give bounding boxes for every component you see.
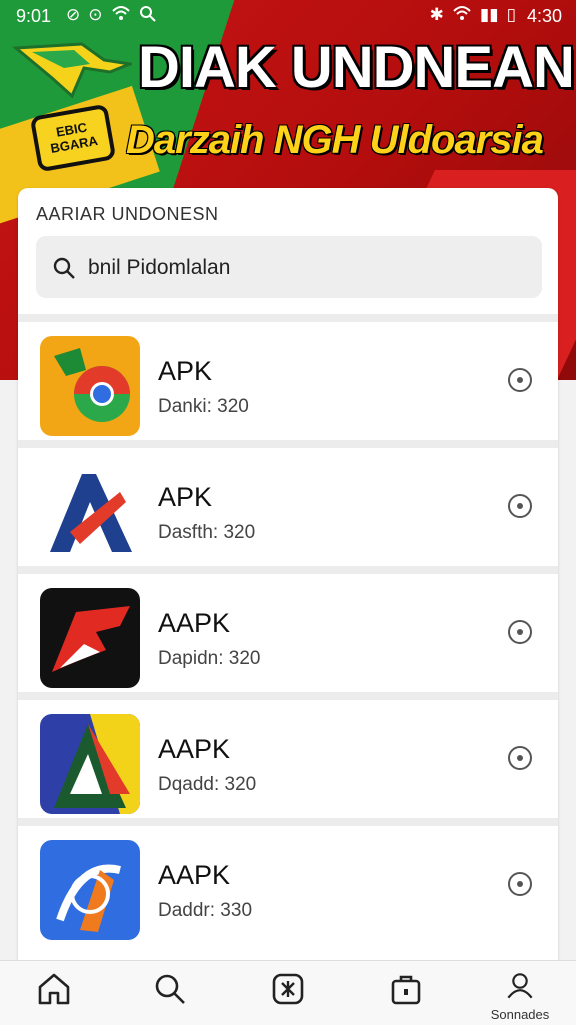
search-input[interactable] bbox=[86, 250, 530, 286]
search-icon bbox=[139, 5, 157, 28]
more-options-icon[interactable] bbox=[508, 746, 532, 770]
app-meta: Dapidn: 320 bbox=[158, 648, 261, 669]
a-letter-app-icon bbox=[40, 462, 140, 562]
profile-icon bbox=[507, 973, 533, 999]
app-name: APK bbox=[158, 482, 213, 512]
nav-home[interactable] bbox=[14, 971, 94, 1023]
a-triangle-app-icon bbox=[40, 714, 140, 814]
search-icon bbox=[53, 257, 75, 279]
status-time-right: 4:30 bbox=[526, 6, 562, 26]
nav-profile[interactable]: Sonnades bbox=[480, 971, 560, 1023]
signal-icon: ▮▮ bbox=[479, 5, 499, 24]
search-icon bbox=[155, 974, 185, 1004]
more-options-icon[interactable] bbox=[508, 872, 532, 896]
home-icon bbox=[38, 973, 70, 1005]
status-bar: 9:01 ⊘ ⊙ ✱ ▮▮ ▯ 4:30 bbox=[0, 0, 576, 32]
bottom-nav: Sonnades bbox=[0, 960, 576, 1025]
nav-apps[interactable] bbox=[248, 971, 328, 1023]
apps-icon bbox=[272, 973, 304, 1005]
bag-icon bbox=[391, 975, 421, 1005]
list-item[interactable]: AAPK Dapidn: 320 bbox=[18, 574, 558, 700]
list-item[interactable]: AAPK Daddr: 330 bbox=[18, 826, 558, 952]
battery-icon: ▯ bbox=[506, 5, 516, 24]
bird-logo-icon bbox=[12, 42, 132, 99]
app-meta: Dasfth: 320 bbox=[158, 522, 256, 543]
red-arrow-app-icon bbox=[40, 588, 140, 688]
signal-icon: ⊘ bbox=[66, 5, 81, 24]
blue-swirl-app-icon bbox=[40, 840, 140, 940]
wifi-icon bbox=[111, 5, 131, 28]
chrome-like-app-icon bbox=[40, 336, 140, 436]
more-options-icon[interactable] bbox=[508, 620, 532, 644]
nav-profile-label: Sonnades bbox=[490, 1007, 550, 1022]
app-meta: Daddr: 330 bbox=[158, 900, 253, 921]
list-item[interactable]: APK Danki: 320 bbox=[18, 322, 558, 448]
nav-bag[interactable] bbox=[366, 971, 446, 1023]
wifi-icon: ⊙ bbox=[88, 5, 103, 24]
app-meta: Dqadd: 320 bbox=[158, 774, 257, 795]
app-name: APK bbox=[158, 356, 213, 386]
wifi-icon bbox=[452, 5, 472, 26]
app-name: AAPK bbox=[158, 608, 231, 638]
nav-search[interactable] bbox=[130, 971, 210, 1023]
more-options-icon[interactable] bbox=[508, 494, 532, 518]
app-name: AAPK bbox=[158, 860, 231, 890]
panel-title: AARIAR UNDONESN bbox=[36, 204, 219, 224]
status-time-left: 9:01 bbox=[16, 6, 52, 26]
app-list-panel: AARIAR UNDONESN APK Danki: 320 bbox=[18, 188, 558, 1024]
search-bar[interactable] bbox=[36, 236, 542, 298]
bluetooth-icon: ✱ bbox=[429, 5, 444, 24]
more-options-icon[interactable] bbox=[508, 368, 532, 392]
list-item[interactable]: AAPK Dqadd: 320 bbox=[18, 700, 558, 826]
page-subtitle: Darzaih NGH Uldoarsia bbox=[126, 118, 544, 162]
page-title: DIAK UNDNEAN bbox=[138, 35, 575, 100]
list-item[interactable]: APK Dasfth: 320 bbox=[18, 448, 558, 574]
app-meta: Danki: 320 bbox=[158, 396, 249, 417]
app-name: AAPK bbox=[158, 734, 231, 764]
